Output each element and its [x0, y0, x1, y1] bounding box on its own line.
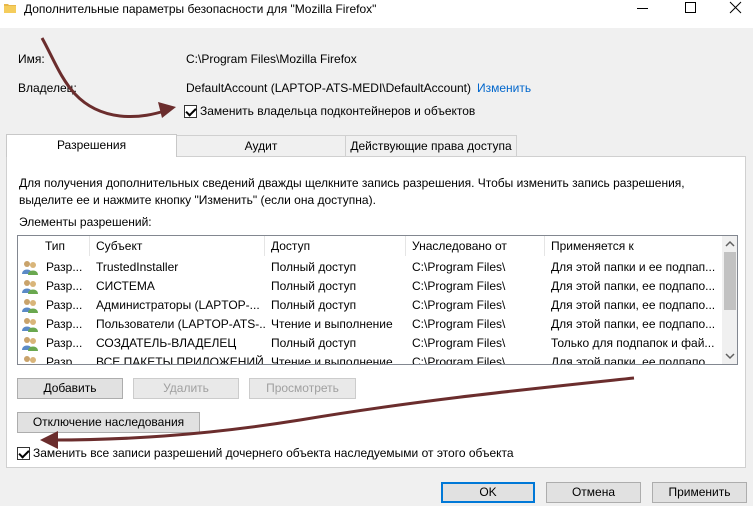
cell-access: Полный доступ: [271, 336, 357, 350]
table-row[interactable]: Разр... Пользователи (LAPTOP-ATS-... Чтени…: [18, 315, 721, 334]
table-row[interactable]: Разр... СИСТЕМА Полный доступ C:\Program Fi…: [18, 277, 721, 296]
cell-type: Разр...: [46, 355, 83, 365]
add-button[interactable]: Добавить: [17, 378, 123, 399]
cell-inherited: C:\Program Files\: [412, 298, 506, 312]
cell-inherited: C:\Program Files\: [412, 336, 506, 350]
entries-label: Элементы разрешений:: [19, 215, 152, 229]
name-value: C:\Program Files\Mozilla Firefox: [186, 52, 357, 66]
column-access[interactable]: Доступ: [265, 236, 406, 256]
cell-inherited: C:\Program Files\: [412, 279, 506, 293]
table-row[interactable]: Разр... Администраторы (LAPTOP-... Полный …: [18, 296, 721, 315]
cell-type: Разр...: [46, 336, 83, 350]
cell-subject: Администраторы (LAPTOP-...: [96, 298, 260, 312]
users-icon: [24, 356, 36, 363]
owner-label: Владелец:: [18, 81, 77, 95]
cell-inherited: C:\Program Files\: [412, 260, 506, 274]
cell-subject: Пользователи (LAPTOP-ATS-...: [96, 317, 265, 331]
disable-inheritance-button[interactable]: Отключение наследования: [17, 412, 200, 433]
cell-access: Полный доступ: [271, 298, 357, 312]
ok-button[interactable]: OK: [441, 482, 535, 503]
users-icon: [22, 299, 38, 313]
owner-value: DefaultAccount (LAPTOP-ATS-MEDI\DefaultA…: [186, 81, 471, 95]
remove-button[interactable]: Удалить: [133, 378, 239, 399]
scroll-up-icon[interactable]: [722, 236, 738, 252]
replace-child-label: Заменить все записи разрешений дочернего…: [33, 446, 514, 460]
list-header: Тип Субъект Доступ Унаследовано от Приме…: [18, 236, 721, 256]
scroll-down-icon[interactable]: [722, 348, 738, 364]
cell-subject: TrustedInstaller: [96, 260, 179, 274]
cell-applies: Для этой папки, ее подпапо...: [551, 317, 716, 331]
replace-child-checkbox[interactable]: [17, 447, 30, 460]
column-inherited[interactable]: Унаследовано от: [406, 236, 545, 256]
cell-applies: Для этой папки, ее подпапо...: [551, 355, 716, 365]
cell-inherited: C:\Program Files\: [412, 355, 506, 365]
cell-access: Чтение и выполнение: [271, 317, 393, 331]
column-type[interactable]: Тип: [39, 236, 90, 256]
users-icon: [22, 261, 38, 275]
cell-applies: Для этой папки, ее подпапо...: [551, 298, 716, 312]
cell-access: Чтение и выполнение: [271, 355, 393, 365]
permission-entries-list[interactable]: Тип Субъект Доступ Унаследовано от Приме…: [17, 235, 738, 365]
scroll-thumb[interactable]: [724, 252, 736, 310]
replace-owner-label: Заменить владельца подконтейнеров и объе…: [200, 104, 476, 118]
view-button[interactable]: Просмотреть: [249, 378, 356, 399]
cell-access: Полный доступ: [271, 279, 357, 293]
close-icon[interactable]: [718, 0, 753, 20]
cancel-button[interactable]: Отмена: [546, 482, 641, 503]
cell-inherited: C:\Program Files\: [412, 317, 506, 331]
tab-audit[interactable]: Аудит: [176, 135, 346, 156]
folder-icon: [4, 4, 16, 13]
tab-effective-access[interactable]: Действующие права доступа: [345, 135, 517, 156]
permissions-panel: Для получения дополнительных сведений дв…: [6, 156, 746, 468]
tab-permissions[interactable]: Разрешения: [6, 134, 177, 157]
users-icon: [22, 280, 38, 294]
users-icon: [22, 318, 38, 332]
cell-type: Разр...: [46, 260, 83, 274]
users-icon: [22, 337, 38, 351]
cell-type: Разр...: [46, 317, 83, 331]
cell-access: Полный доступ: [271, 260, 357, 274]
cell-type: Разр...: [46, 298, 83, 312]
list-scrollbar[interactable]: [722, 236, 738, 364]
cell-subject: СИСТЕМА: [96, 279, 155, 293]
annotation-arrowhead-owner: [158, 102, 176, 118]
column-applies[interactable]: Применяется к: [545, 236, 721, 256]
cell-applies: Только для подпапок и фай...: [551, 336, 715, 350]
maximize-button[interactable]: [674, 0, 704, 20]
change-owner-link[interactable]: Изменить: [477, 81, 531, 95]
permissions-hint: Для получения дополнительных сведений дв…: [19, 176, 685, 207]
column-subject[interactable]: Субъект: [90, 236, 265, 256]
title-bar: Дополнительные параметры безопасности дл…: [0, 0, 753, 28]
table-row[interactable]: Разр... СОЗДАТЕЛЬ-ВЛАДЕЛЕЦ Полный доступ C:…: [18, 334, 721, 353]
name-label: Имя:: [18, 52, 45, 66]
replace-owner-checkbox[interactable]: [184, 105, 197, 118]
cell-applies: Для этой папки, ее подпапо...: [551, 279, 716, 293]
minimize-button[interactable]: [628, 0, 658, 20]
annotation-arrow-owner: [40, 37, 169, 118]
cell-type: Разр...: [46, 279, 83, 293]
cell-subject: СОЗДАТЕЛЬ-ВЛАДЕЛЕЦ: [96, 336, 237, 350]
table-row[interactable]: Разр... TrustedInstaller Полный доступ C:\P…: [18, 258, 721, 277]
table-row[interactable]: Разр... ВСЕ ПАКЕТЫ ПРИЛОЖЕНИЙ Чтение и вып…: [18, 353, 721, 365]
cell-applies: Для этой папки и ее подпап...: [551, 260, 716, 274]
apply-button[interactable]: Применить: [652, 482, 747, 503]
window-title: Дополнительные параметры безопасности дл…: [24, 2, 377, 16]
cell-subject: ВСЕ ПАКЕТЫ ПРИЛОЖЕНИЙ: [96, 355, 264, 365]
